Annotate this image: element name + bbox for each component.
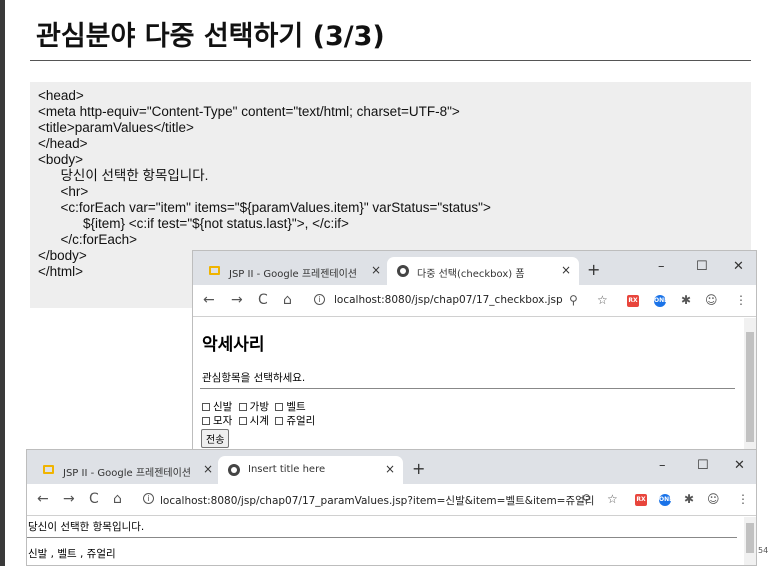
page-content: 악세사리 관심항목을 선택하세요. 신발 가방 벨트 모자 시계 쥬얼리 전송 [193, 318, 744, 449]
code-line: </html> [38, 264, 84, 279]
globe-favicon-icon [228, 464, 240, 476]
slides-favicon-icon [43, 465, 54, 474]
code-line: <c:forEach var="item" items="${paramValu… [38, 200, 491, 215]
checkbox[interactable] [202, 403, 210, 411]
site-info-icon[interactable]: i [143, 493, 154, 504]
home-icon[interactable]: ⌂ [113, 491, 122, 507]
tab-google-slides[interactable]: JSP II - Google 프레젠테이션 × [199, 257, 387, 285]
checkbox-label: 쥬얼리 [286, 415, 316, 427]
tab-label: 다중 선택(checkbox) 폼 [417, 269, 525, 280]
bookmark-star-icon[interactable]: ☆ [607, 492, 618, 506]
checkbox[interactable] [275, 417, 284, 425]
checkbox-label: 벨트 [286, 401, 306, 413]
checkbox[interactable] [275, 403, 284, 411]
code-line: </head> [38, 136, 88, 151]
forward-icon[interactable]: → [63, 491, 75, 507]
code-line: </c:forEach> [38, 232, 138, 247]
tab-checkbox-form[interactable]: 다중 선택(checkbox) 폼 × [387, 257, 579, 285]
code-line: 당신이 선택한 항목입니다. [38, 168, 209, 183]
page-content: 당신이 선택한 항목입니다. 신발 , 벨트 , 쥬얼리 [27, 517, 744, 565]
checkbox-row-1: 신발 가방 벨트 [202, 399, 306, 414]
slide-page-number: 54 [758, 546, 769, 555]
address-bar[interactable]: localhost:8080/jsp/chap07/17_paramValues… [160, 493, 594, 508]
tab-google-slides[interactable]: JSP II - Google 프레젠테이션 × [33, 456, 218, 484]
code-line: <body> [38, 152, 84, 167]
checkbox[interactable] [202, 417, 210, 425]
zoom-icon[interactable]: ⚲ [569, 293, 578, 307]
tab-label: JSP II - Google 프레젠테이션 [63, 468, 192, 479]
tab-bar: JSP II - Google 프레젠테이션 × Insert title he… [27, 450, 756, 484]
checkbox-label: 모자 [213, 415, 233, 427]
tab-close-icon[interactable]: × [385, 462, 395, 476]
divider [27, 537, 737, 538]
scrollbar-thumb[interactable] [746, 332, 754, 442]
reload-icon[interactable]: C [89, 491, 99, 507]
address-toolbar: ← → C ⌂ i localhost:8080/jsp/chap07/17_p… [27, 484, 756, 516]
extension-icon[interactable]: RX [627, 295, 639, 307]
page-heading: 악세사리 [202, 335, 265, 355]
slide-title: 관심분야 다중 선택하기 (3/3) [36, 21, 385, 52]
checkbox[interactable] [238, 403, 247, 411]
code-line: <hr> [38, 184, 89, 199]
bookmark-star-icon[interactable]: ☆ [597, 293, 608, 307]
slide-left-bar [0, 0, 5, 566]
profile-avatar-icon[interactable]: ☺ [707, 492, 720, 506]
new-tab-icon[interactable]: + [587, 260, 600, 279]
extensions-puzzle-icon[interactable]: ✱ [681, 293, 691, 307]
zoom-icon[interactable]: ⚲ [582, 492, 591, 506]
maximize-icon[interactable]: ☐ [697, 458, 709, 473]
extension-icon[interactable]: ONE [659, 494, 673, 506]
extension-icon[interactable]: ONE [654, 295, 668, 307]
extensions-puzzle-icon[interactable]: ✱ [684, 492, 694, 506]
close-window-icon[interactable]: ✕ [733, 259, 744, 274]
tab-label: JSP II - Google 프레젠테이션 [229, 269, 358, 280]
divider [200, 388, 735, 389]
profile-avatar-icon[interactable]: ☺ [705, 293, 718, 307]
checkbox[interactable] [238, 417, 247, 425]
close-window-icon[interactable]: ✕ [734, 458, 745, 473]
checkbox-row-2: 모자 시계 쥬얼리 [202, 413, 315, 428]
code-line: ${item} <c:if test="${not status.last}">… [38, 216, 349, 231]
maximize-icon[interactable]: ☐ [696, 259, 708, 274]
back-icon[interactable]: ← [37, 491, 49, 507]
forward-icon[interactable]: → [231, 292, 243, 308]
scrollbar[interactable] [744, 517, 756, 565]
checkbox-label: 시계 [249, 415, 269, 427]
address-bar[interactable]: localhost:8080/jsp/chap07/17_checkbox.js… [334, 294, 563, 306]
scrollbar[interactable] [744, 318, 756, 449]
instruction-text: 관심항목을 선택하세요. [202, 372, 306, 384]
checkbox-label: 신발 [213, 401, 233, 413]
address-toolbar: ← → C ⌂ i localhost:8080/jsp/chap07/17_c… [193, 285, 756, 317]
minimize-icon[interactable]: – [659, 458, 666, 473]
tab-bar: JSP II - Google 프레젠테이션 × 다중 선택(checkbox)… [193, 251, 756, 285]
globe-favicon-icon [397, 265, 409, 277]
tab-close-icon[interactable]: × [203, 462, 213, 476]
browser-window-paramvalues: JSP II - Google 프레젠테이션 × Insert title he… [26, 449, 757, 566]
slides-favicon-icon [209, 266, 220, 275]
tab-close-icon[interactable]: × [371, 263, 381, 277]
browser-window-checkbox: JSP II - Google 프레젠테이션 × 다중 선택(checkbox)… [192, 250, 757, 450]
code-line: </body> [38, 248, 87, 263]
checkbox-label: 가방 [249, 401, 269, 413]
menu-kebab-icon[interactable]: ⋮ [735, 293, 747, 307]
menu-kebab-icon[interactable]: ⋮ [737, 492, 749, 506]
site-info-icon[interactable]: i [314, 294, 325, 305]
code-line: <title>paramValues</title> [38, 120, 194, 135]
selected-items-text: 신발 , 벨트 , 쥬얼리 [28, 548, 116, 560]
home-icon[interactable]: ⌂ [283, 292, 292, 308]
reload-icon[interactable]: C [258, 292, 268, 308]
title-divider [30, 60, 751, 61]
code-line: <head> [38, 88, 84, 103]
code-line: <meta http-equiv="Content-Type" content=… [38, 104, 460, 119]
submit-button[interactable]: 전송 [201, 429, 230, 448]
scrollbar-thumb[interactable] [746, 523, 754, 553]
back-icon[interactable]: ← [203, 292, 215, 308]
result-heading-text: 당신이 선택한 항목입니다. [28, 521, 145, 533]
tab-insert-title[interactable]: Insert title here × [218, 456, 403, 484]
tab-close-icon[interactable]: × [561, 263, 571, 277]
minimize-icon[interactable]: – [658, 259, 665, 274]
new-tab-icon[interactable]: + [412, 459, 425, 478]
extension-icon[interactable]: RX [635, 494, 647, 506]
tab-label: Insert title here [248, 464, 326, 475]
